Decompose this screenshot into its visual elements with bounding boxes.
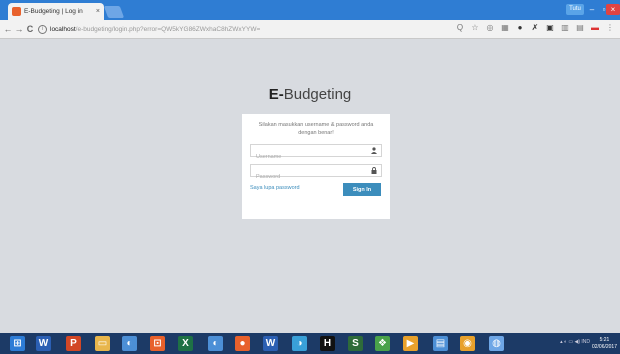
menu-icon[interactable]: ⋮ — [606, 24, 614, 32]
clock-date: 02/06/2017 — [591, 343, 617, 350]
taskbar-app-icon[interactable]: W — [263, 336, 278, 351]
taskbar-app-icon[interactable]: ▶ — [403, 336, 418, 351]
taskbar-app-icon[interactable]: ▭ — [95, 336, 110, 351]
close-window-icon[interactable]: × — [606, 4, 620, 15]
brand-name: Budgeting — [283, 86, 352, 103]
browser-toolbar: ← → C i localhost /e-budgeting/login.php… — [0, 20, 620, 39]
extension-icon[interactable]: ● — [516, 24, 524, 32]
start-button[interactable]: ⊞ — [10, 336, 25, 351]
forgot-password-link[interactable]: Saya lupa password — [250, 185, 300, 191]
user-icon — [371, 147, 377, 157]
url-host: localhost — [50, 25, 76, 33]
username-input[interactable] — [251, 151, 366, 163]
login-message: Silakan masukkan username & password and… — [258, 122, 374, 136]
system-tray[interactable]: ▴ ◐ ▭ ◀) IND — [560, 339, 590, 345]
extension-icon[interactable]: ▣ — [546, 24, 554, 32]
brand-prefix: E- — [268, 86, 284, 103]
taskbar-app-icon[interactable]: ◉ — [460, 336, 475, 351]
username-field[interactable] — [250, 144, 382, 163]
new-tab-button[interactable] — [103, 6, 125, 18]
extension-icons: Q ☆ ◎ ▦ ● ✗ ▣ ▥ ▤ ▬ ⋮ — [456, 24, 614, 32]
tab-title: E-Budgeting | Log in — [24, 8, 83, 15]
extension-icon[interactable]: ▬ — [591, 24, 599, 32]
browser-tab[interactable]: E-Budgeting | Log in × — [8, 3, 104, 20]
extension-icon[interactable]: ▤ — [576, 24, 584, 32]
login-page: E-Budgeting Silakan masukkan username & … — [0, 39, 620, 333]
taskbar-app-icon[interactable]: ◐ — [122, 336, 137, 351]
browser-tab-strip: E-Budgeting | Log in × Tutu – ▫ × — [0, 0, 620, 20]
profile-badge[interactable]: Tutu — [566, 4, 584, 15]
app-logo: E-Budgeting — [0, 86, 620, 103]
extension-icon[interactable]: ✗ — [531, 24, 539, 32]
login-box: Silakan masukkan username & password and… — [242, 114, 390, 219]
taskbar-app-icon[interactable]: ❖ — [375, 336, 390, 351]
zoom-icon[interactable]: Q — [456, 24, 464, 32]
tab-close-icon[interactable]: × — [96, 8, 100, 15]
back-button[interactable]: ← — [3, 23, 13, 35]
forward-button[interactable]: → — [14, 23, 24, 35]
bookmark-star-icon[interactable]: ☆ — [471, 24, 479, 32]
taskbar-app-icon[interactable]: ▤ — [433, 336, 448, 351]
taskbar-app-icon[interactable]: ◑ — [292, 336, 307, 351]
url-path: /e-budgeting/login.php?error=QW5kYG86ZWx… — [75, 25, 261, 33]
password-field[interactable] — [250, 164, 382, 183]
taskbar-app-icon[interactable]: ⊡ — [150, 336, 165, 351]
taskbar-app-icon[interactable]: S — [348, 336, 363, 351]
site-favicon-icon — [12, 7, 21, 16]
taskbar-app-icon[interactable]: P — [66, 336, 81, 351]
taskbar-app-icon[interactable]: ● — [235, 336, 250, 351]
clock[interactable]: 5:21 02/06/2017 — [592, 337, 617, 350]
lock-icon — [371, 167, 377, 177]
taskbar-app-icon[interactable]: H — [320, 336, 335, 351]
extension-icon[interactable]: ▥ — [561, 24, 569, 32]
taskbar-app-icon[interactable]: X — [178, 336, 193, 351]
taskbar-app-icon[interactable]: ◐ — [208, 336, 223, 351]
taskbar-app-icon[interactable]: ◍ — [489, 336, 504, 351]
sign-in-button[interactable]: Sign In — [343, 183, 381, 196]
extension-icon[interactable]: ◎ — [486, 24, 494, 32]
taskbar-app-icon[interactable]: W — [36, 336, 51, 351]
taskbar: ⊞ W P ▭ ◐ ⊡ X ◐ ● W ◑ H S ❖ ▶ ▤ ◉ ◍ ▴ ◐ ▭ ◀) IND 5:21 02/… — [0, 333, 620, 354]
address-bar[interactable]: i localhost /e-budgeting/login.php?error… — [38, 23, 468, 35]
extension-icon[interactable]: ▦ — [501, 24, 509, 32]
minimize-icon[interactable]: – — [586, 4, 598, 15]
info-icon[interactable]: i — [38, 24, 47, 34]
reload-button[interactable]: C — [25, 23, 35, 35]
password-input[interactable] — [251, 171, 366, 183]
